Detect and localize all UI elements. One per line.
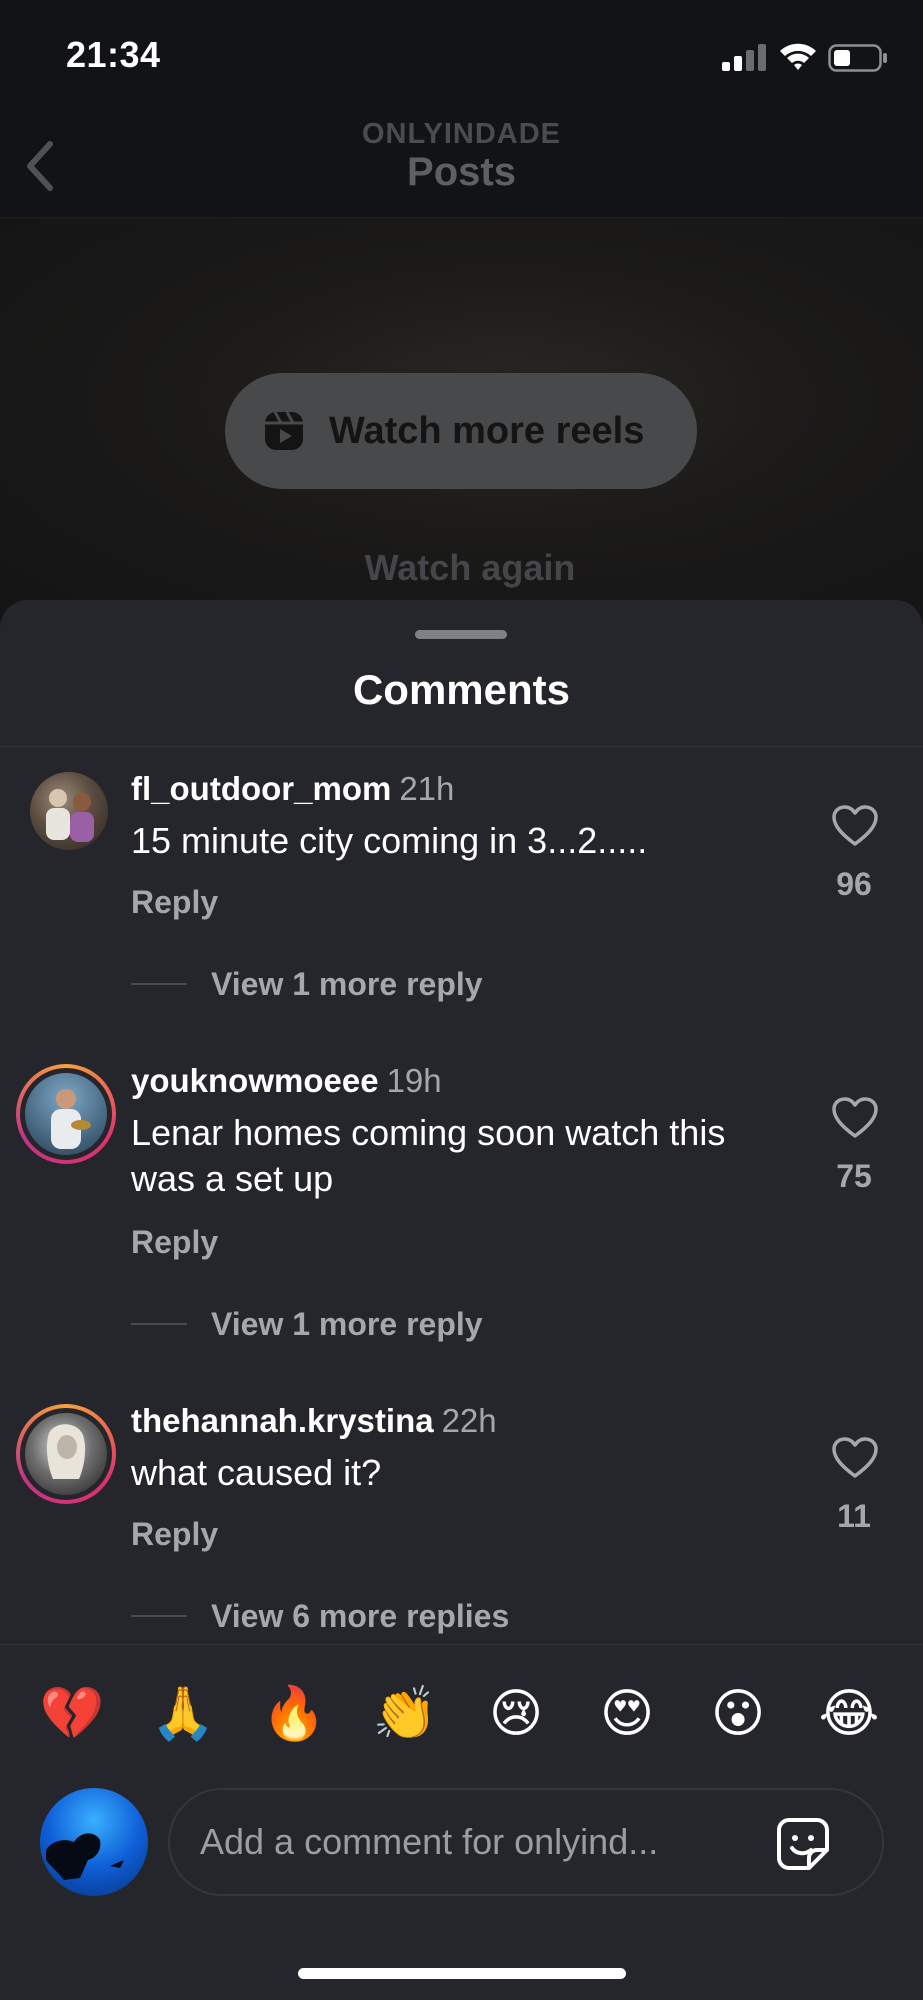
divider: [131, 983, 187, 985]
like-count: 11: [837, 1498, 871, 1534]
watch-again-button[interactable]: Watch again: [0, 547, 923, 589]
view-replies-button[interactable]: View 1 more reply: [131, 964, 483, 1004]
divider: [131, 1615, 187, 1617]
comment-username[interactable]: youknowmoeee 19h: [131, 1062, 442, 1100]
fire-emoji[interactable]: 🔥: [260, 1680, 328, 1748]
like-count: 96: [836, 866, 872, 902]
avatar[interactable]: [30, 772, 108, 850]
comment-composer: [168, 1788, 884, 1896]
status-bar: 21:34: [0, 0, 923, 110]
status-time: 21:34: [66, 34, 161, 75]
view-replies-button[interactable]: View 6 more replies: [131, 1596, 509, 1636]
comment-time: 22h: [441, 1402, 497, 1439]
comment-time: 19h: [386, 1062, 442, 1099]
post-background: 21:34 ONLYINDADE Posts Watch more reels …: [0, 0, 923, 620]
home-indicator[interactable]: [298, 1968, 626, 1979]
quick-reactions-bar: 💔 🙏 🔥 👏 😢 😍 😮 😂: [0, 1680, 923, 1748]
comment-text: Lenar homes coming soon watch this was a…: [131, 1112, 726, 1199]
view-replies-label[interactable]: View 6 more replies: [211, 1598, 509, 1635]
view-replies-label[interactable]: View 1 more reply: [211, 1306, 483, 1343]
heart-icon[interactable]: [830, 1096, 880, 1140]
signal-icon: [722, 43, 766, 71]
divider: [0, 746, 923, 747]
clapping-hands-emoji[interactable]: 👏: [371, 1680, 439, 1748]
heart-icon[interactable]: [830, 804, 880, 848]
reply-button[interactable]: Reply: [131, 1224, 218, 1261]
watch-more-label: Watch more reels: [329, 409, 645, 452]
reply-button[interactable]: Reply: [131, 1516, 218, 1553]
surprised-face-emoji[interactable]: 😮: [704, 1680, 772, 1748]
folded-hands-emoji[interactable]: 🙏: [149, 1680, 217, 1748]
heart-eyes-emoji[interactable]: 😍: [593, 1680, 661, 1748]
post-header: ONLYINDADE Posts: [0, 110, 923, 218]
heart-icon[interactable]: [830, 1436, 880, 1480]
divider: [0, 1644, 923, 1645]
comment-input[interactable]: [200, 1790, 760, 1894]
broken-heart-emoji[interactable]: 💔: [38, 1680, 106, 1748]
comment-text: 15 minute city coming in 3...2.....: [131, 820, 648, 861]
tears-of-joy-emoji[interactable]: 😂: [815, 1680, 883, 1748]
crying-face-emoji[interactable]: 😢: [482, 1680, 550, 1748]
username-text[interactable]: youknowmoeee: [131, 1062, 379, 1099]
divider: [131, 1323, 187, 1325]
sheet-drag-handle[interactable]: [415, 630, 507, 639]
view-replies-label[interactable]: View 1 more reply: [211, 966, 483, 1003]
view-replies-button[interactable]: View 1 more reply: [131, 1304, 483, 1344]
battery-icon: [828, 44, 887, 72]
comment-username[interactable]: fl_outdoor_mom 21h: [131, 770, 454, 808]
wifi-icon: [780, 43, 816, 70]
username-text[interactable]: thehannah.krystina: [131, 1402, 434, 1439]
reply-button[interactable]: Reply: [131, 884, 218, 921]
reels-icon: [265, 411, 303, 450]
account-name: ONLYINDADE: [361, 118, 562, 150]
sticker-icon[interactable]: [775, 1816, 831, 1872]
avatar[interactable]: [16, 1064, 116, 1164]
comment-text: what caused it?: [131, 1452, 382, 1493]
comment-username[interactable]: thehannah.krystina 22h: [131, 1402, 497, 1440]
comment-time: 21h: [399, 770, 455, 807]
page-title: Posts: [407, 150, 516, 194]
comments-title: Comments: [352, 666, 571, 713]
username-text[interactable]: fl_outdoor_mom: [131, 770, 391, 807]
avatar[interactable]: [16, 1404, 116, 1504]
watch-more-reels-button[interactable]: Watch more reels: [225, 373, 697, 489]
my-avatar: [40, 1788, 148, 1896]
like-count: 75: [836, 1158, 872, 1194]
